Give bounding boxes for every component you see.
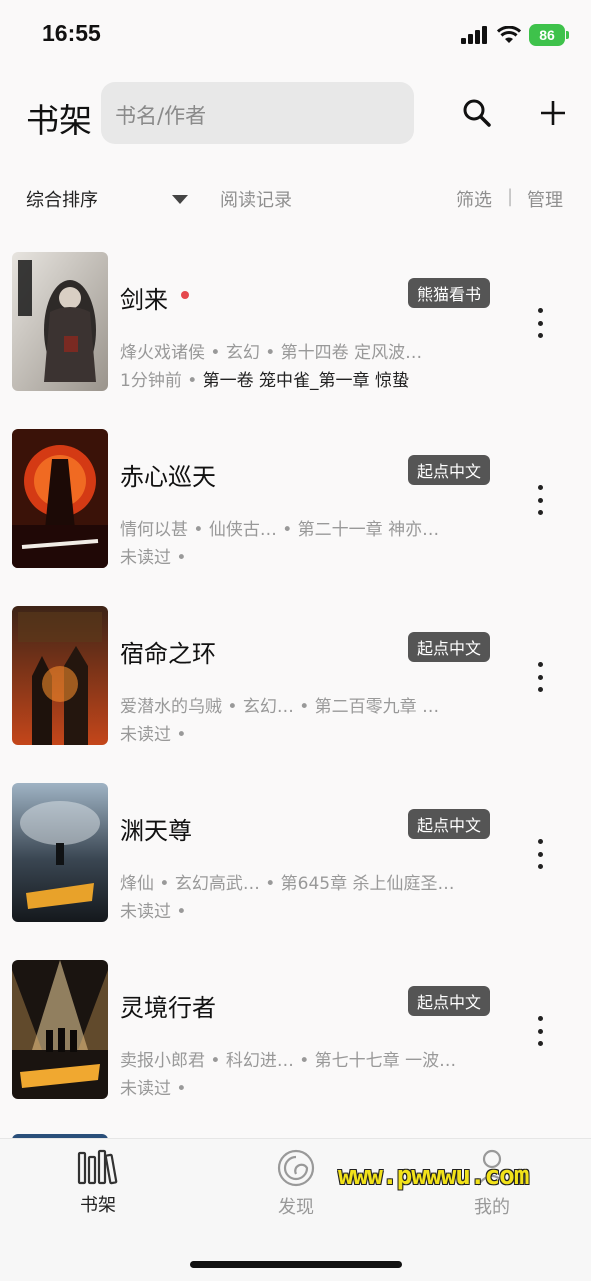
filter-button[interactable]: 筛选	[456, 186, 492, 212]
progress-status: 未读过 •	[120, 1079, 187, 1099]
book-cover[interactable]	[12, 960, 108, 1099]
status-icons: 86	[461, 24, 569, 46]
source-badge: 起点中文	[408, 632, 490, 662]
book-meta: 卖报小郎君 • 科幻进… • 第七十七章 一波…	[120, 1051, 457, 1071]
reading-progress: 未读过 •	[120, 720, 186, 745]
book-row[interactable]: 渊天尊 起点中文 烽仙 • 玄幻高武… • 第645章 杀上仙庭圣… 未读过 •	[0, 783, 591, 960]
tab-label: 书架	[80, 1195, 116, 1216]
book-meta: 烽火戏诸侯 • 玄幻 • 第十四卷 定风波…	[120, 343, 423, 363]
book-cover[interactable]	[12, 606, 108, 745]
more-options-button[interactable]	[528, 839, 552, 869]
search-icon	[463, 99, 491, 127]
bookshelf-icon	[77, 1149, 118, 1185]
home-indicator[interactable]	[190, 1261, 402, 1268]
book-title: 剑来	[120, 286, 168, 314]
add-book-button[interactable]	[536, 96, 570, 130]
search-button[interactable]	[460, 96, 494, 130]
search-placeholder: 书名/作者	[115, 104, 207, 128]
tab-label: 我的	[474, 1197, 510, 1218]
book-meta: 爱潜水的乌贼 • 玄幻… • 第二百零九章 …	[120, 697, 440, 717]
book-cover[interactable]	[12, 429, 108, 568]
source-badge: 起点中文	[408, 809, 490, 839]
book-cover[interactable]	[12, 783, 108, 922]
battery-tip	[566, 31, 569, 39]
progress-status: 未读过 •	[120, 902, 187, 922]
book-title: 赤心巡天	[120, 463, 216, 491]
header: 书架 书名/作者	[0, 82, 591, 146]
book-title: 灵境行者	[120, 994, 216, 1022]
tab-bar: 书架 发现 我的	[0, 1138, 591, 1281]
reading-history-link[interactable]: 阅读记录	[220, 186, 292, 212]
discover-icon	[277, 1149, 315, 1187]
source-badge: 起点中文	[408, 455, 490, 485]
book-row[interactable]: 剑来 熊猫看书 烽火戏诸侯 • 玄幻 • 第十四卷 定风波… 1分钟前 • 第一…	[0, 252, 591, 429]
more-options-button[interactable]	[528, 485, 552, 515]
progress-status: 未读过 •	[120, 725, 187, 745]
search-input[interactable]: 书名/作者	[101, 82, 414, 144]
watermark-text: www.pwwwu.com	[338, 1161, 529, 1191]
reading-progress: 未读过 •	[120, 543, 186, 568]
source-badge: 熊猫看书	[408, 278, 490, 308]
book-meta: 烽仙 • 玄幻高武… • 第645章 杀上仙庭圣…	[120, 874, 455, 894]
progress-chapter: 第一卷 笼中雀_第一章 惊蛰	[202, 371, 409, 391]
update-dot	[181, 291, 189, 299]
toolbar-divider: |	[507, 186, 514, 207]
more-options-button[interactable]	[528, 1016, 552, 1046]
progress-status: 未读过 •	[120, 548, 187, 568]
book-row[interactable]: 灵境行者 起点中文 卖报小郎君 • 科幻进… • 第七十七章 一波… 未读过 •	[0, 960, 591, 1137]
progress-time: 1分钟前 •	[120, 371, 203, 391]
caret-down-icon[interactable]	[172, 195, 188, 204]
status-time: 16:55	[42, 20, 101, 46]
more-options-button[interactable]	[528, 662, 552, 692]
book-meta: 情何以甚 • 仙侠古… • 第二十一章 神亦…	[120, 520, 440, 540]
battery-indicator: 86	[529, 24, 565, 46]
plus-icon	[541, 101, 565, 125]
book-title: 渊天尊	[120, 817, 192, 845]
book-cover[interactable]	[12, 252, 108, 391]
reading-progress: 1分钟前 • 第一卷 笼中雀_第一章 惊蛰	[120, 366, 409, 391]
book-row[interactable]: 宿命之环 起点中文 爱潜水的乌贼 • 玄幻… • 第二百零九章 … 未读过 •	[0, 606, 591, 783]
reading-progress: 未读过 •	[120, 897, 186, 922]
tab-bookshelf[interactable]: 书架	[38, 1149, 158, 1229]
sort-dropdown[interactable]: 综合排序	[26, 186, 98, 212]
tab-label: 发现	[278, 1197, 314, 1218]
reading-progress: 未读过 •	[120, 1074, 186, 1099]
status-bar: 16:55 86	[0, 0, 591, 72]
book-row[interactable]: 赤心巡天 起点中文 情何以甚 • 仙侠古… • 第二十一章 神亦… 未读过 •	[0, 429, 591, 606]
book-list: 剑来 熊猫看书 烽火戏诸侯 • 玄幻 • 第十四卷 定风波… 1分钟前 • 第一…	[0, 252, 591, 1137]
more-options-button[interactable]	[528, 308, 552, 338]
book-title: 宿命之环	[120, 640, 216, 668]
manage-button[interactable]: 管理	[527, 186, 563, 212]
wifi-icon	[497, 26, 521, 43]
shelf-toolbar: 综合排序 阅读记录 筛选 | 管理	[0, 182, 591, 216]
page-title: 书架	[26, 101, 92, 140]
signal-icon	[461, 26, 487, 44]
source-badge: 起点中文	[408, 986, 490, 1016]
